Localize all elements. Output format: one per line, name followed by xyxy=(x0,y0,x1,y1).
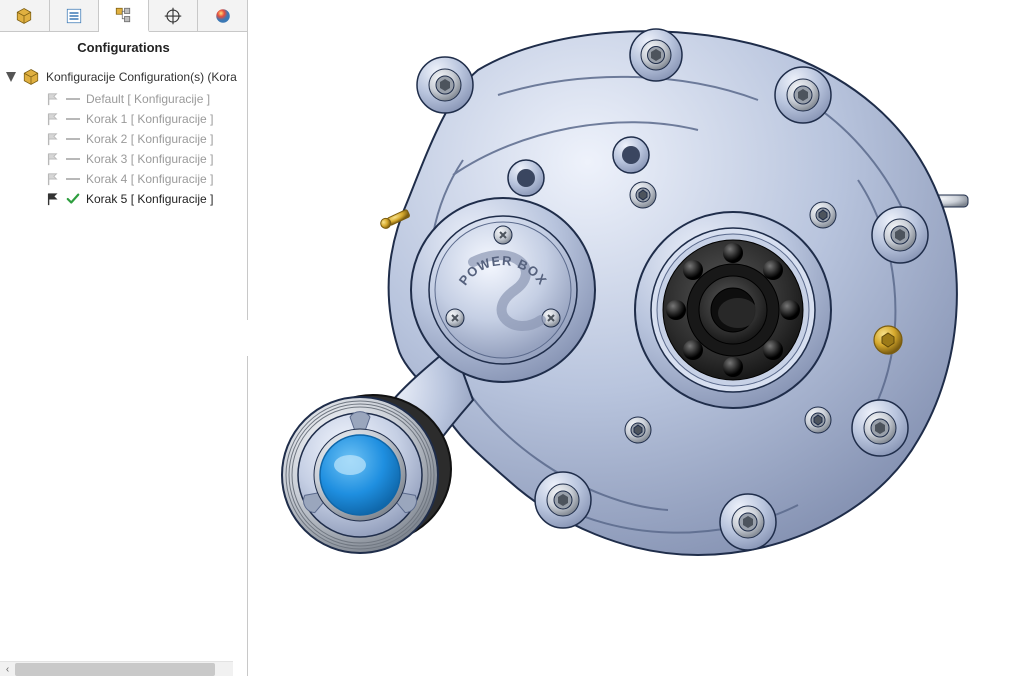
model-render: POWER BOX xyxy=(248,0,1018,676)
config-tree-icon xyxy=(114,6,132,24)
config-flag-icon xyxy=(46,172,60,186)
config-item[interactable]: Korak 3 [ Konfiguracije ] xyxy=(44,149,247,169)
inactive-dash-icon xyxy=(66,118,80,120)
blue-seal xyxy=(320,435,400,515)
power-box-cap: POWER BOX xyxy=(411,198,595,382)
crosshair-icon xyxy=(164,7,182,25)
side-panel: Configurations Konfiguracije Configurati… xyxy=(0,0,248,676)
inactive-dash-icon xyxy=(66,98,80,100)
config-root-label: Konfiguracije Configuration(s) (Kora xyxy=(46,70,237,84)
tab-configurations[interactable] xyxy=(99,0,149,32)
config-item[interactable]: Default [ Konfiguracije ] xyxy=(44,89,247,109)
graphics-viewport[interactable]: POWER BOX xyxy=(248,0,1018,676)
tab-properties[interactable] xyxy=(50,0,100,31)
tab-display-state[interactable] xyxy=(149,0,199,31)
config-item[interactable]: Korak 5 [ Konfiguracije ] xyxy=(44,189,247,209)
list-icon xyxy=(65,7,83,25)
config-flag-icon xyxy=(46,152,60,166)
config-item-label: Default [ Konfiguracije ] xyxy=(86,92,210,106)
config-flag-icon xyxy=(46,92,60,106)
config-item[interactable]: Korak 1 [ Konfiguracije ] xyxy=(44,109,247,129)
tab-assembly[interactable] xyxy=(0,0,50,31)
cube-icon xyxy=(22,68,40,86)
config-item-label: Korak 1 [ Konfiguracije ] xyxy=(86,112,213,126)
brass-plug xyxy=(874,326,902,354)
collapse-icon[interactable] xyxy=(6,72,16,82)
scroll-thumb[interactable] xyxy=(15,663,215,676)
output-bearing xyxy=(635,212,831,408)
config-item-label: Korak 4 [ Konfiguracije ] xyxy=(86,172,213,186)
config-item-label: Korak 5 [ Konfiguracije ] xyxy=(86,192,213,206)
cube-icon xyxy=(15,7,33,25)
scroll-left-button[interactable]: ‹ xyxy=(0,662,15,676)
checkmark-icon xyxy=(66,192,80,206)
inactive-dash-icon xyxy=(66,178,80,180)
idler-pulley xyxy=(282,395,451,553)
inactive-dash-icon xyxy=(66,138,80,140)
inactive-dash-icon xyxy=(66,158,80,160)
config-flag-icon xyxy=(46,132,60,146)
config-item[interactable]: Korak 4 [ Konfiguracije ] xyxy=(44,169,247,189)
config-flag-icon xyxy=(46,192,60,206)
panel-title: Configurations xyxy=(0,32,247,65)
config-tree: Konfiguracije Configuration(s) (Kora Def… xyxy=(0,65,247,676)
config-item[interactable]: Korak 2 [ Konfiguracije ] xyxy=(44,129,247,149)
config-flag-icon xyxy=(46,112,60,126)
h-scrollbar[interactable]: ‹ xyxy=(0,661,233,676)
config-item-label: Korak 3 [ Konfiguracije ] xyxy=(86,152,213,166)
tab-appearances[interactable] xyxy=(198,0,247,31)
config-root[interactable]: Konfiguracije Configuration(s) (Kora xyxy=(0,65,247,89)
sphere-icon xyxy=(214,7,232,25)
panel-tabstrip xyxy=(0,0,247,32)
config-item-label: Korak 2 [ Konfiguracije ] xyxy=(86,132,213,146)
